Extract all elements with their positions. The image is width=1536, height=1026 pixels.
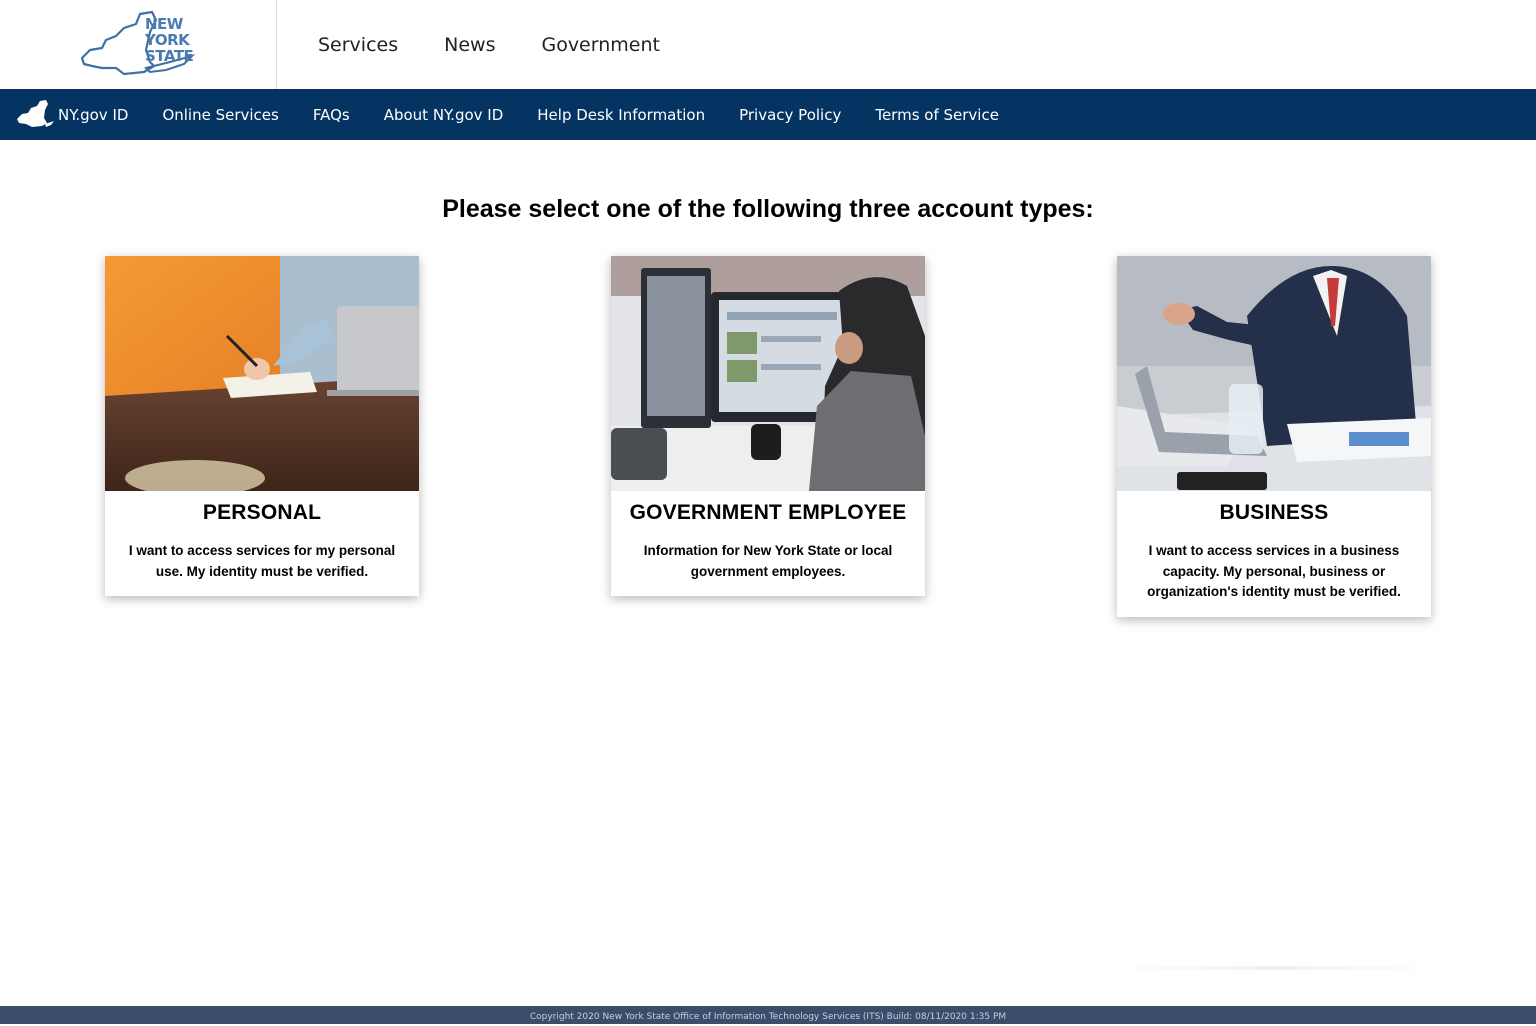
page-footer: Copyright 2020 New York State Office of … <box>0 1006 1536 1024</box>
nys-logo[interactable]: NEW YORK STATE <box>0 0 277 89</box>
nav-privacy-policy[interactable]: Privacy Policy <box>739 106 841 124</box>
business-card-title: BUSINESS <box>1219 501 1329 524</box>
logo-wordmark: NEW YORK STATE <box>145 15 194 65</box>
government-card-title: GOVERNMENT EMPLOYEE <box>629 501 907 524</box>
footer-copyright: Copyright 2020 New York State Office of … <box>529 1012 1007 1022</box>
government-employee-account-card[interactable]: GOVERNMENT EMPLOYEE Information for New … <box>611 256 925 596</box>
business-card-photo <box>1117 256 1431 491</box>
government-card-description: Information for New York State or local … <box>643 543 893 579</box>
page-heading: Please select one of the following three… <box>442 195 1094 223</box>
personal-card-title: PERSONAL <box>202 501 322 524</box>
top-nav-services[interactable]: Services <box>318 34 398 56</box>
personal-card-photo <box>105 256 419 491</box>
business-card-description: I want to access services in a business … <box>1147 543 1401 599</box>
personal-card-description: I want to access services for my persona… <box>128 543 396 579</box>
nav-faqs[interactable]: FAQs <box>313 106 350 124</box>
top-nav: Services News Government <box>318 34 660 56</box>
nav-nygov-id[interactable]: NY.gov ID <box>58 106 128 124</box>
nygov-id-nav: NY.gov ID Online Services FAQs About NY.… <box>58 89 1033 140</box>
nav-terms-of-service[interactable]: Terms of Service <box>875 106 999 124</box>
nygov-id-nav-bar: NY.gov ID Online Services FAQs About NY.… <box>0 89 1536 140</box>
top-nav-government[interactable]: Government <box>541 34 660 56</box>
business-account-card[interactable]: BUSINESS I want to access services in a … <box>1117 256 1431 617</box>
nav-about-nygov-id[interactable]: About NY.gov ID <box>384 106 504 124</box>
ny-state-icon <box>17 100 54 127</box>
government-card-photo <box>611 256 925 491</box>
top-nav-news[interactable]: News <box>444 34 495 56</box>
personal-account-card[interactable]: PERSONAL I want to access services for m… <box>105 256 419 596</box>
nav-online-services[interactable]: Online Services <box>162 106 278 124</box>
nav-help-desk-information[interactable]: Help Desk Information <box>537 106 705 124</box>
site-header: NEW YORK STATE Services News Government <box>0 0 1536 90</box>
logo-line-state: STATE <box>145 47 194 65</box>
logo-line-new: NEW <box>145 15 183 33</box>
logo-line-york: YORK <box>145 31 190 49</box>
decorative-divider <box>1110 966 1440 970</box>
